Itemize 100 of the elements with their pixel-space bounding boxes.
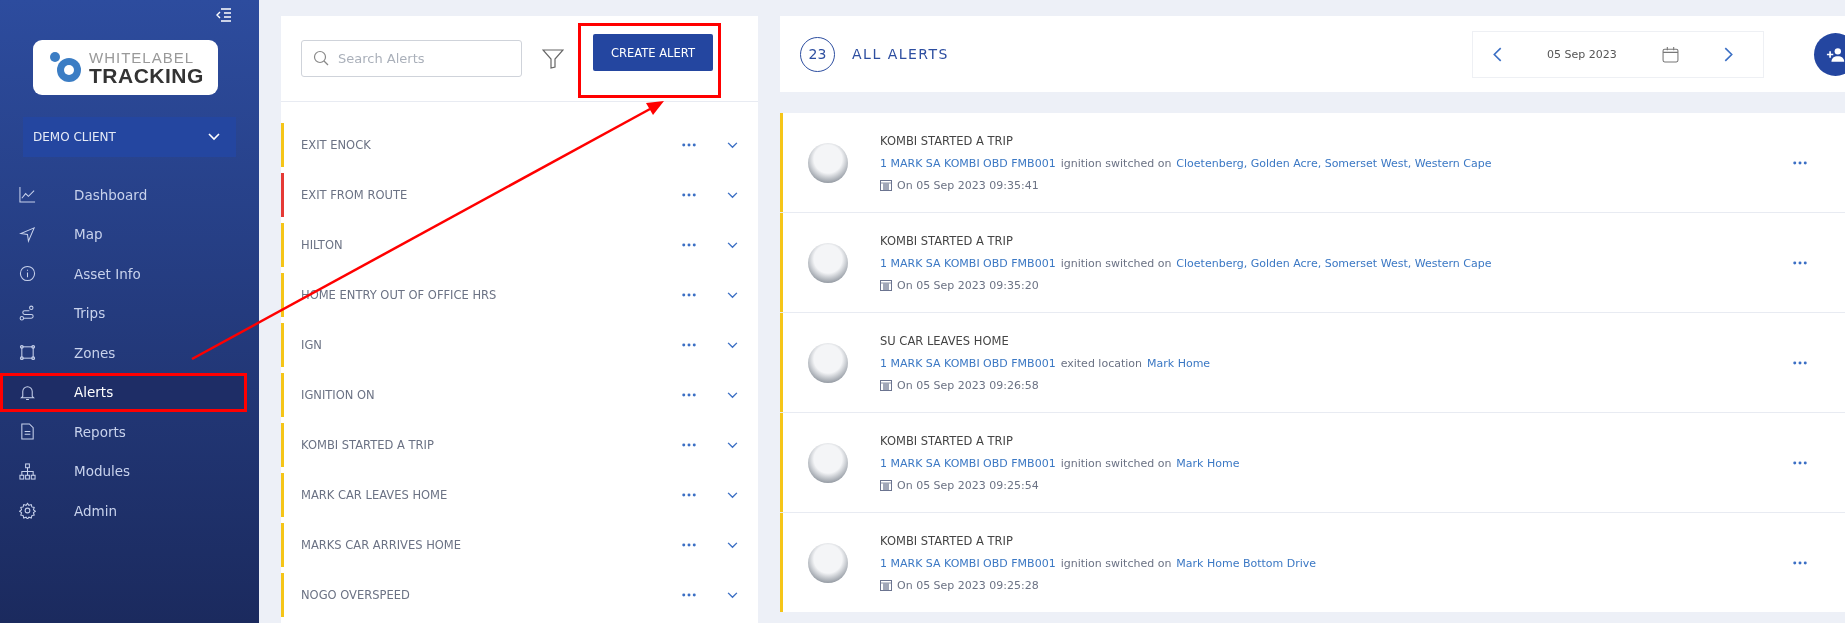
nav-item[interactable]: Map <box>3 217 241 251</box>
chevron-down-icon[interactable] <box>727 291 738 299</box>
more-options-icon[interactable] <box>682 543 696 547</box>
event-title: KOMBI STARTED A TRIP <box>880 133 1014 148</box>
calendar-icon <box>880 279 892 291</box>
chevron-down-icon[interactable] <box>727 391 738 399</box>
chevron-down-icon[interactable] <box>727 341 738 349</box>
info-icon <box>19 265 36 283</box>
more-options-icon[interactable] <box>1793 560 1807 565</box>
calendar-icon <box>880 579 892 591</box>
event-timestamp: On 05 Sep 2023 09:35:20 <box>897 278 1039 292</box>
more-options-icon[interactable] <box>682 243 696 247</box>
alert-list-item[interactable]: IGN <box>281 323 758 367</box>
vehicle-photo-placeholder <box>808 242 848 283</box>
asset-link[interactable]: 1 MARK SA KOMBI OBD FMB001 <box>880 556 1056 570</box>
event-title: SU CAR LEAVES HOME <box>880 333 1010 348</box>
client-dropdown[interactable]: DEMO CLIENT <box>23 117 236 157</box>
alert-list-item[interactable]: EXIT ENOCK <box>281 123 758 167</box>
event-timestamp: On 05 Sep 2023 09:26:58 <box>897 378 1039 392</box>
chevron-right-icon[interactable] <box>1724 46 1733 62</box>
more-options-icon[interactable] <box>682 393 696 397</box>
nav-item[interactable]: Alerts <box>3 375 244 409</box>
square-nodes-icon <box>19 344 36 362</box>
document-icon <box>19 423 36 441</box>
event-timestamp: On 05 Sep 2023 09:35:41 <box>897 178 1039 192</box>
chevron-down-icon[interactable] <box>727 541 738 549</box>
asset-link[interactable]: 1 MARK SA KOMBI OBD FMB001 <box>880 356 1056 370</box>
logo-text: WHITELABEL <box>89 49 196 65</box>
calendar-icon <box>880 179 892 191</box>
nav-item[interactable]: Trips <box>3 296 241 330</box>
more-options-icon[interactable] <box>682 593 696 597</box>
event-action: ignition switched on <box>1060 556 1172 570</box>
location-link[interactable]: Cloetenberg, Golden Acre, Somerset West, Western Cape <box>1176 156 1492 170</box>
more-options-icon[interactable] <box>1793 460 1807 465</box>
alert-list-item[interactable]: HILTON <box>281 223 758 267</box>
location-link[interactable]: Cloetenberg, Golden Acre, Somerset West, Western Cape <box>1176 256 1492 270</box>
location-link[interactable]: Mark Home <box>1176 456 1240 470</box>
nav-item[interactable]: Reports <box>3 415 241 449</box>
event-title: KOMBI STARTED A TRIP <box>880 433 1014 448</box>
chevron-down-icon[interactable] <box>727 241 738 249</box>
search-icon <box>313 50 329 66</box>
paper-plane-icon <box>19 225 36 243</box>
calendar-icon[interactable] <box>1661 45 1679 63</box>
asset-link[interactable]: 1 MARK SA KOMBI OBD FMB001 <box>880 456 1056 470</box>
asset-link[interactable]: 1 MARK SA KOMBI OBD FMB001 <box>880 156 1056 170</box>
event-action: ignition switched on <box>1060 156 1172 170</box>
more-options-icon[interactable] <box>1793 360 1807 365</box>
chevron-down-icon[interactable] <box>727 491 738 499</box>
alert-list-item[interactable]: KOMBI STARTED A TRIP <box>281 423 758 467</box>
vehicle-photo-placeholder <box>808 542 848 583</box>
event-timestamp: On 05 Sep 2023 09:25:28 <box>897 578 1039 592</box>
alert-list-item[interactable]: EXIT FROM ROUTE <box>281 173 758 217</box>
more-options-icon[interactable] <box>682 343 696 347</box>
create-alert-button[interactable]: CREATE ALERT <box>593 34 713 71</box>
event-action: exited location <box>1060 356 1142 370</box>
more-options-icon[interactable] <box>682 443 696 447</box>
alert-list-item[interactable]: MARK CAR LEAVES HOME <box>281 473 758 517</box>
chevron-down-icon[interactable] <box>727 591 738 599</box>
location-link[interactable]: Mark Home <box>1147 356 1211 370</box>
chevron-down-icon[interactable] <box>727 441 738 449</box>
bell-icon <box>19 383 36 401</box>
search-field[interactable]: Search Alerts <box>301 40 522 77</box>
more-options-icon[interactable] <box>1793 260 1807 265</box>
nav-item[interactable]: Modules <box>3 454 241 488</box>
vehicle-photo-placeholder <box>808 342 848 383</box>
alert-list-item[interactable]: NOGO OVERSPEED <box>281 573 758 617</box>
nav-item[interactable]: Dashboard <box>3 178 241 212</box>
add-user-button[interactable] <box>1814 32 1845 76</box>
nav-item[interactable]: Asset Info <box>3 257 241 291</box>
chevron-down-icon[interactable] <box>727 141 738 149</box>
event-action: ignition switched on <box>1060 256 1172 270</box>
more-options-icon[interactable] <box>682 293 696 297</box>
route-icon <box>19 304 36 322</box>
alert-list-item[interactable]: MARKS CAR ARRIVES HOME <box>281 523 758 567</box>
asset-link[interactable]: 1 MARK SA KOMBI OBD FMB001 <box>880 256 1056 270</box>
alert-list-item[interactable]: IGNITION ON <box>281 373 758 417</box>
calendar-icon <box>880 379 892 391</box>
nav-item[interactable]: Admin <box>3 494 241 528</box>
settings-icon <box>19 502 36 520</box>
filter-icon[interactable] <box>542 48 564 69</box>
chevron-left-icon[interactable] <box>1493 46 1502 62</box>
chevron-down-icon <box>208 133 220 141</box>
event-action: ignition switched on <box>1060 456 1172 470</box>
collapse-menu-icon[interactable] <box>215 8 231 22</box>
page-title: ALL ALERTS <box>852 46 949 62</box>
nav-item[interactable]: Zones <box>3 336 241 370</box>
more-options-icon[interactable] <box>1793 160 1807 165</box>
hierarchy-icon <box>19 462 36 480</box>
chevron-down-icon[interactable] <box>727 191 738 199</box>
more-options-icon[interactable] <box>682 493 696 497</box>
more-options-icon[interactable] <box>682 143 696 147</box>
calendar-icon <box>880 479 892 491</box>
location-link[interactable]: Mark Home Bottom Drive <box>1176 556 1317 570</box>
more-options-icon[interactable] <box>682 193 696 197</box>
vehicle-photo-placeholder <box>808 442 848 483</box>
vehicle-photo-placeholder <box>808 142 848 183</box>
event-title: KOMBI STARTED A TRIP <box>880 233 1014 248</box>
line-chart-icon <box>19 186 36 204</box>
date-text: 05 Sep 2023 <box>1547 47 1617 61</box>
event-title: KOMBI STARTED A TRIP <box>880 533 1014 548</box>
